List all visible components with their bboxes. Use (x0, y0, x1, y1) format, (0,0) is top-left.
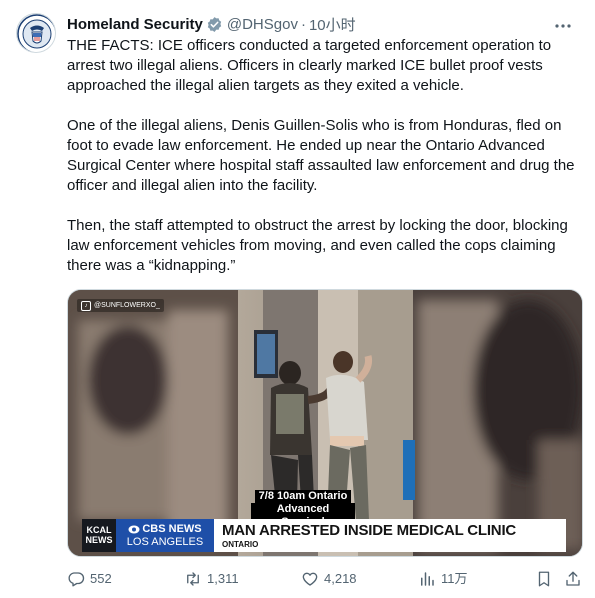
reply-count: 552 (90, 571, 112, 586)
tweet-header: Homeland Security @DHSgov · 10小时 (67, 13, 579, 35)
kcal-line: KCAL (86, 525, 112, 535)
views-chart-icon (421, 572, 434, 586)
more-options-icon[interactable] (553, 16, 573, 36)
watermark-text: @SUNFLOWERXO_ (94, 302, 160, 309)
news-lower-third: KCAL NEWS CBS NEWS LOS ANGELES MAN ARRES… (82, 519, 566, 552)
retweet-count: 1,311 (207, 571, 239, 586)
news-subhead: ONTARIO (222, 540, 259, 549)
caption-line: 7/8 10am Ontario (254, 490, 352, 503)
separator-dot: · (300, 15, 306, 33)
retweet-icon (187, 572, 199, 586)
author-handle[interactable]: @DHSgov (227, 16, 298, 33)
kcal-line: NEWS (85, 535, 113, 545)
news-headline: MAN ARRESTED INSIDE MEDICAL CLINIC (222, 522, 517, 539)
tiktok-icon: ♪ (81, 300, 91, 311)
views-count: 11万 (441, 571, 468, 586)
action-bar: 552 1,311 4,218 11万 (67, 568, 583, 590)
cbs-line: LOS ANGELES (126, 536, 204, 548)
video-watermark: ♪ @SUNFLOWERXO_ (77, 299, 164, 312)
share-button[interactable] (564, 568, 587, 590)
cbs-eye-icon (128, 525, 140, 534)
bookmark-icon (538, 571, 550, 587)
cbs-line: CBS NEWS (142, 523, 202, 535)
tweet-text: THE FACTS: ICE officers conducted a targ… (67, 36, 582, 296)
heart-icon (302, 572, 318, 586)
retweet-button[interactable]: 1,311 (184, 568, 239, 590)
dhs-seal-icon (17, 14, 55, 52)
timestamp[interactable]: 10小时 (309, 14, 356, 35)
tweet-paragraph: Then, the staff attempted to obstruct th… (67, 217, 573, 274)
reply-button[interactable]: 552 (67, 568, 112, 590)
avatar[interactable] (16, 13, 56, 53)
like-button[interactable]: 4,218 (301, 568, 357, 590)
tweet-paragraph: One of the illegal aliens, Denis Guillen… (67, 117, 579, 194)
share-icon (566, 571, 580, 586)
reply-icon (68, 572, 85, 587)
tweet-paragraph: THE FACTS: ICE officers conducted a targ… (67, 37, 556, 94)
kcal-news-logo: KCAL NEWS (82, 519, 116, 552)
like-count: 4,218 (324, 571, 357, 586)
verified-badge-icon (207, 16, 222, 32)
author-name[interactable]: Homeland Security (67, 16, 203, 33)
video-player[interactable]: ♪ @SUNFLOWERXO_ 7/8 10am Ontario Advance… (67, 289, 583, 557)
views-button[interactable]: 11万 (418, 568, 468, 590)
tweet: Homeland Security @DHSgov · 10小时 THE FAC… (0, 0, 595, 598)
bookmark-button[interactable] (535, 568, 558, 590)
cbs-news-logo: CBS NEWS LOS ANGELES (116, 519, 214, 552)
